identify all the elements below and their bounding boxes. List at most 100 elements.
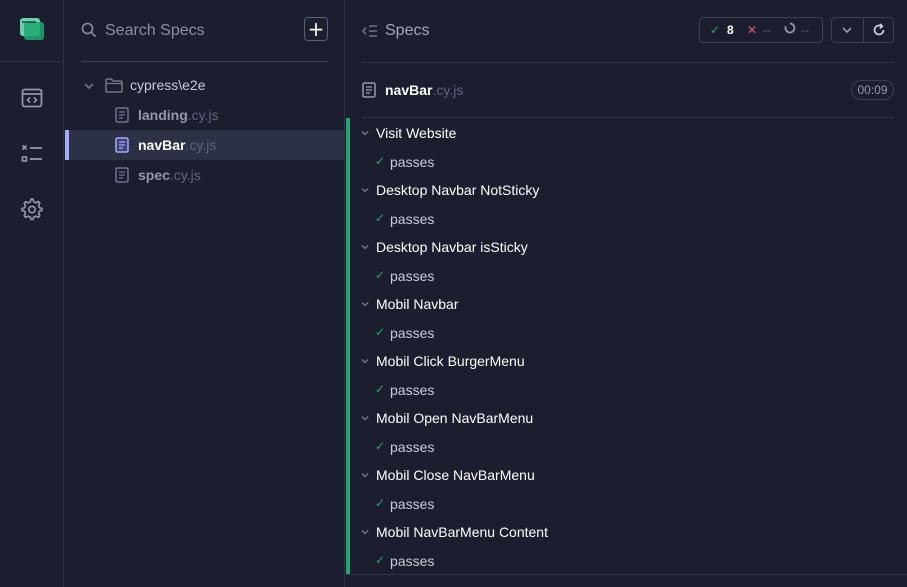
test-case[interactable]: ✓ passes [350, 546, 907, 574]
failed-count: -- [763, 23, 771, 37]
rail-divider [0, 61, 64, 62]
header-divider [362, 62, 894, 63]
test-title: passes [390, 496, 435, 512]
suite-header[interactable]: Mobil Open NavBarMenu [350, 403, 907, 431]
folder-icon [105, 78, 123, 93]
chevron-down-icon [361, 530, 369, 535]
test-results: Visit Website ✓ passes Desktop Navbar NotSt… [346, 118, 907, 574]
suite-header[interactable]: Mobil Click BurgerMenu [350, 346, 907, 374]
suite-header[interactable]: Mobil Close NavBarMenu [350, 460, 907, 488]
pass-check-icon: ✓ [375, 325, 386, 339]
run-controls [831, 17, 894, 43]
active-indicator [65, 130, 69, 160]
test-suite: Mobil Close NavBarMenu ✓ passes [350, 460, 907, 517]
browser-code-icon[interactable] [20, 86, 44, 110]
suite-title: Mobil NavBarMenu Content [376, 524, 548, 540]
failed-x-icon: ✕ [747, 23, 758, 37]
suite-header[interactable]: Mobil Navbar [350, 289, 907, 317]
test-case[interactable]: ✓ passes [350, 432, 907, 460]
folder-cypress-e2e[interactable]: cypress\e2e [81, 74, 329, 98]
document-icon [115, 167, 129, 183]
test-suite: Mobil Open NavBarMenu ✓ passes [350, 403, 907, 460]
document-icon [115, 107, 129, 123]
specs-sidebar: + cypress\e2e landing.cy.js navBar.cy.js [65, 0, 345, 587]
test-title: passes [390, 268, 435, 284]
document-icon [362, 82, 376, 98]
suite-title: Visit Website [376, 125, 457, 141]
run-duration: 00:09 [851, 80, 894, 100]
search-bar: + [81, 16, 329, 46]
pass-check-icon: ✓ [375, 553, 386, 567]
pending-count: -- [801, 23, 809, 37]
test-list-icon[interactable] [20, 142, 44, 166]
suite-header[interactable]: Desktop Navbar isSticky [350, 232, 907, 260]
test-title: passes [390, 325, 435, 341]
pass-check-icon: ✓ [375, 211, 386, 225]
passed-check-icon: ✓ [710, 23, 721, 37]
spec-file-name: landing.cy.js [138, 107, 219, 123]
test-suite: Visit Website ✓ passes [350, 118, 907, 175]
suite-header[interactable]: Desktop Navbar NotSticky [350, 175, 907, 203]
test-suite: Desktop Navbar NotSticky ✓ passes [350, 175, 907, 232]
chevron-down-icon [361, 359, 369, 364]
spec-file-spec[interactable]: spec.cy.js [65, 160, 344, 190]
suite-title: Mobil Open NavBarMenu [376, 410, 534, 426]
test-case[interactable]: ✓ passes [350, 204, 907, 232]
chevron-down-icon [361, 188, 369, 193]
reporter-panel: Specs ✓ 8 ✕ -- -- navBar.cy.js 00:09 Vis… [346, 0, 907, 587]
test-suite: Desktop Navbar isSticky ✓ passes [350, 232, 907, 289]
suite-title: Mobil Navbar [376, 296, 459, 312]
pass-check-icon: ✓ [375, 382, 386, 396]
pass-check-icon: ✓ [375, 439, 386, 453]
add-spec-button[interactable]: + [304, 17, 328, 41]
chevron-down-icon [361, 416, 369, 421]
current-spec-name: navBar.cy.js [385, 82, 464, 98]
suite-header[interactable]: Mobil NavBarMenu Content [350, 517, 907, 545]
spec-file-name: navBar.cy.js [138, 137, 217, 153]
icon-rail [0, 0, 64, 587]
search-input[interactable] [105, 19, 295, 43]
test-case[interactable]: ✓ passes [350, 489, 907, 517]
suite-header[interactable]: Visit Website [350, 118, 907, 146]
chevron-down-icon [361, 473, 369, 478]
test-case[interactable]: ✓ passes [350, 375, 907, 403]
passed-count: 8 [727, 23, 734, 37]
suite-title: Mobil Click BurgerMenu [376, 353, 525, 369]
test-title: passes [390, 211, 435, 227]
spec-file-name: spec.cy.js [138, 167, 201, 183]
test-title: passes [390, 439, 435, 455]
pass-check-icon: ✓ [375, 496, 386, 510]
chevron-down-icon [84, 83, 94, 90]
expand-all-button[interactable] [832, 18, 863, 42]
suite-title: Desktop Navbar isSticky [376, 239, 528, 255]
test-suite: Mobil NavBarMenu Content ✓ passes [350, 517, 907, 574]
document-icon [115, 137, 129, 153]
test-case[interactable]: ✓ passes [350, 261, 907, 289]
pass-check-icon: ✓ [375, 268, 386, 282]
pass-check-icon: ✓ [375, 154, 386, 168]
spec-file-navbar[interactable]: navBar.cy.js [65, 130, 344, 160]
refresh-icon [873, 23, 885, 36]
collapse-sidebar-icon[interactable] [362, 24, 378, 38]
test-case[interactable]: ✓ passes [350, 318, 907, 346]
pending-spinner-icon [784, 22, 796, 34]
suite-title: Mobil Close NavBarMenu [376, 467, 535, 483]
run-stats: ✓ 8 ✕ -- -- [699, 17, 823, 43]
spec-file-landing[interactable]: landing.cy.js [65, 100, 344, 130]
results-bottom-border [346, 574, 907, 575]
test-title: passes [390, 154, 435, 170]
test-case[interactable]: ✓ passes [350, 147, 907, 175]
suite-title: Desktop Navbar NotSticky [376, 182, 540, 198]
test-title: passes [390, 382, 435, 398]
gear-icon[interactable] [20, 198, 44, 222]
chevron-down-icon [361, 245, 369, 250]
test-title: passes [390, 553, 435, 569]
test-suite: Mobil Navbar ✓ passes [350, 289, 907, 346]
panel-title: Specs [385, 22, 430, 39]
chevron-down-icon [361, 131, 369, 136]
rerun-button[interactable] [864, 18, 895, 42]
test-suite: Mobil Click BurgerMenu ✓ passes [350, 346, 907, 403]
chevron-down-icon [361, 302, 369, 307]
cypress-logo-icon[interactable] [20, 18, 44, 40]
search-icon [81, 22, 97, 38]
